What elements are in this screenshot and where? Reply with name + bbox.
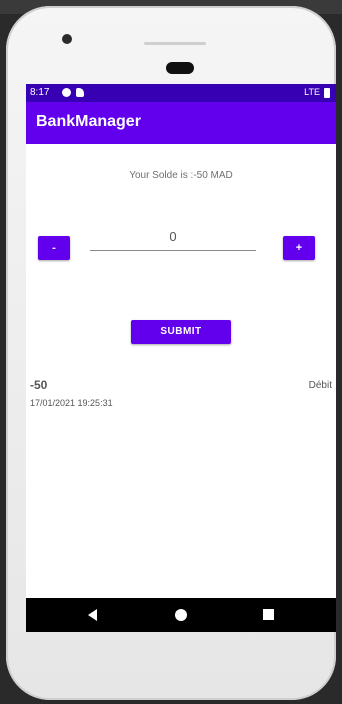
amount-input[interactable] [90, 222, 256, 251]
app-bar: BankManager [26, 102, 336, 144]
increment-button[interactable]: + [283, 236, 315, 260]
sim-card-icon [76, 88, 84, 97]
transaction-type: Débit [308, 380, 332, 391]
network-label: LTE [304, 87, 320, 97]
decrement-button[interactable]: - [38, 236, 70, 260]
transaction-date: 17/01/2021 19:25:31 [30, 398, 113, 408]
recents-icon[interactable] [263, 609, 274, 620]
transaction-amount: -50 [30, 378, 48, 392]
status-bar: 8:17 LTE [26, 84, 336, 102]
earpiece-speaker [144, 42, 206, 45]
phone-screen: 8:17 LTE BankManager Your Solde is :-50 … [26, 84, 336, 632]
status-time: 8:17 [30, 87, 50, 98]
battery-icon [324, 88, 330, 98]
back-icon[interactable] [88, 609, 97, 621]
proximity-sensor [166, 62, 194, 74]
notification-icon [62, 88, 71, 97]
app-title: BankManager [36, 113, 141, 130]
submit-button[interactable]: SUBMIT [131, 320, 231, 344]
front-camera [62, 34, 72, 44]
balance-text: Your Solde is :-50 MAD [129, 170, 233, 181]
home-icon[interactable] [175, 609, 187, 621]
phone-frame: 8:17 LTE BankManager Your Solde is :-50 … [6, 6, 336, 700]
navigation-bar [26, 598, 336, 632]
